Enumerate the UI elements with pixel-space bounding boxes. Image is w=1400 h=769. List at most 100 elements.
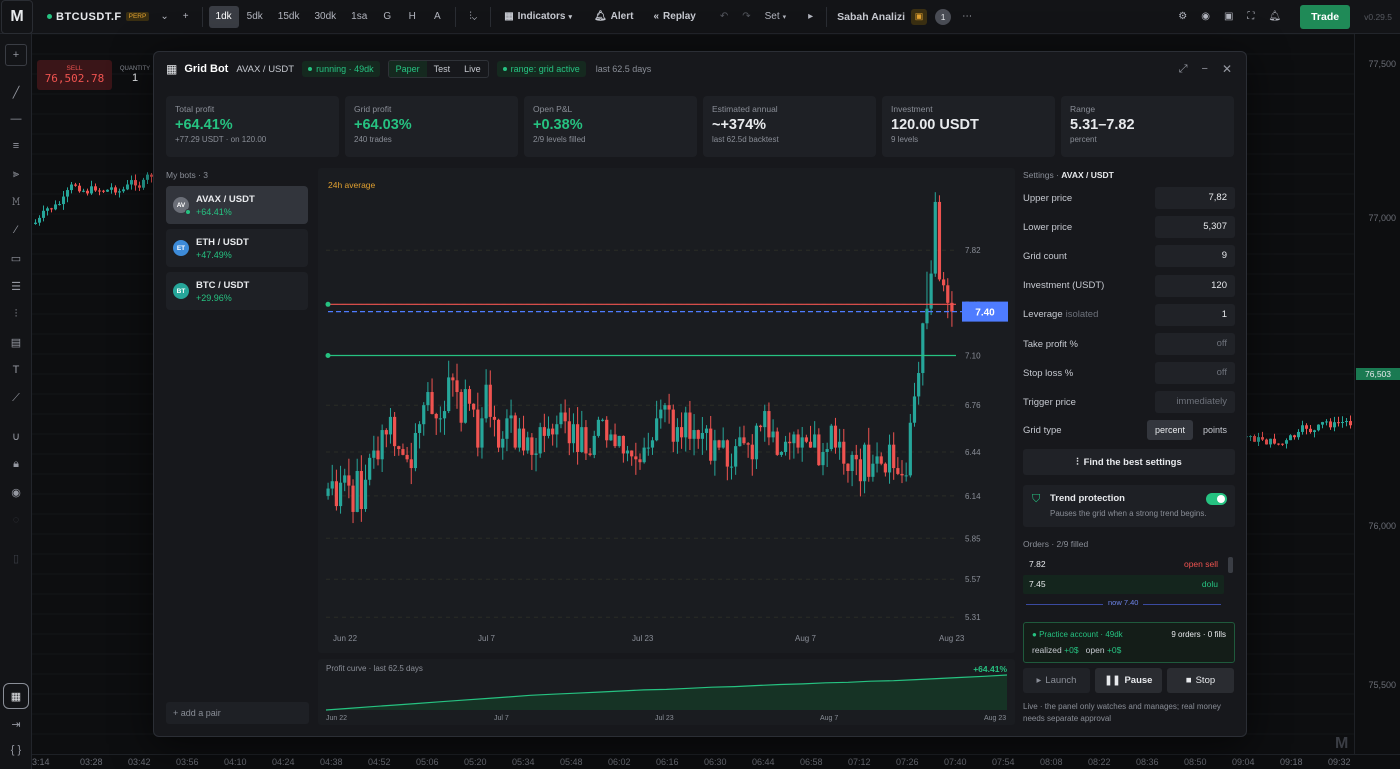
setting-input[interactable]: immediately [1155, 391, 1235, 414]
gann-icon[interactable]: ⫶ [6, 304, 26, 324]
notification-icon[interactable]: 🔔︎ [1261, 6, 1288, 28]
profit-x-label: Jun 22 [326, 715, 347, 722]
hide-icon[interactable]: ◌ [6, 510, 26, 530]
grid-type-percent[interactable]: percent [1146, 420, 1193, 440]
layout-name[interactable]: Sabah Analizi [837, 11, 905, 23]
setting-input[interactable]: 1 [1155, 303, 1235, 326]
layout-count-badge[interactable]: 1 [935, 8, 952, 25]
grid-handle[interactable] [325, 352, 331, 358]
visibility-icon[interactable]: ◉ [6, 482, 26, 502]
more-icon[interactable]: ⋯ [955, 6, 979, 28]
close-icon[interactable]: ✕ [1222, 62, 1232, 76]
candle [384, 430, 388, 435]
find-best-settings-button[interactable]: ⫶ Find the best settings [1023, 449, 1235, 475]
layout-save-icon[interactable]: ▣ [911, 8, 928, 25]
alert-button[interactable]: 🔔︎ Alert [587, 6, 641, 28]
open-label: open [1085, 645, 1105, 655]
candle [879, 456, 883, 464]
set-button[interactable]: Set ▾ [758, 6, 794, 28]
undo-icon[interactable]: ↶ [713, 6, 735, 28]
app-logo[interactable]: M [1, 0, 33, 34]
channel-icon[interactable]: ≡ [6, 136, 26, 156]
settings-header: Settings · AVAX / USDT [1023, 170, 1114, 180]
launch-button[interactable]: ▸ Launch [1023, 668, 1090, 693]
magnet-icon[interactable]: ∪ [6, 426, 26, 446]
text-icon[interactable]: T [6, 360, 26, 380]
setting-input[interactable]: 120 [1155, 274, 1235, 297]
trend-protection-toggle[interactable] [1206, 493, 1227, 505]
mode-test[interactable]: Test [427, 61, 458, 77]
add-symbol-icon[interactable]: + [176, 6, 196, 28]
interval-15dk[interactable]: 15dk [271, 6, 307, 28]
code-icon[interactable]: { } [6, 740, 26, 760]
setting-input[interactable]: 5,307 [1155, 216, 1235, 239]
mode-live[interactable]: Live [457, 61, 488, 77]
settings-gear-icon[interactable]: ⚙ [1171, 6, 1194, 28]
trash-icon[interactable]: ▯ [6, 548, 26, 568]
setting-input[interactable]: off [1155, 333, 1235, 355]
mode-paper[interactable]: Paper [388, 61, 427, 77]
orders-scrollbar[interactable] [1228, 557, 1233, 573]
play-icon[interactable]: ▸ [801, 6, 820, 28]
candle [896, 468, 900, 474]
setting-input[interactable]: off [1155, 362, 1235, 385]
stat-value: ~+374% [712, 117, 767, 133]
bot-item[interactable]: ET ETH / USDT +47.49% [166, 229, 308, 267]
setting-label-text: Grid count [1023, 250, 1067, 262]
bg-candle [110, 187, 113, 190]
quantity-field[interactable]: QUANTITY 1 [115, 60, 155, 90]
ruler-icon[interactable]: ⟋ [6, 388, 26, 408]
grid-type-points[interactable]: points [1195, 420, 1235, 440]
interval-1sa[interactable]: 1sa [344, 6, 374, 28]
order-status: dolu [1201, 579, 1218, 589]
stop-button[interactable]: ■ Stop [1167, 668, 1234, 693]
indicators-button[interactable]: ▦ Indicators ▾ [497, 6, 579, 28]
chart-type-icon[interactable]: ⫶⌄ [462, 6, 484, 28]
interval-1dk[interactable]: 1dk [208, 5, 239, 28]
minimize-icon[interactable]: − [1202, 63, 1208, 75]
fullscreen-icon[interactable]: ⛶ [1240, 6, 1261, 28]
candle [372, 450, 376, 458]
setting-input[interactable]: 9 [1155, 245, 1235, 268]
camera-icon[interactable]: ▣ [1217, 6, 1240, 28]
add-pair-button[interactable]: + add a pair [166, 702, 309, 724]
bot-item[interactable]: AV AVAX / USDT +64.41% [166, 186, 308, 224]
brush-icon[interactable]: ⁄ [6, 220, 26, 240]
rectangle-icon[interactable]: ▭ [6, 248, 26, 268]
replay-button[interactable]: «Replay [646, 6, 702, 28]
grid-handle[interactable] [325, 301, 331, 307]
candle [368, 457, 372, 480]
grid-bot-icon[interactable]: ▦ [3, 683, 29, 709]
bot-item[interactable]: BT BTC / USDT +29.96% [166, 272, 308, 310]
trendline-icon[interactable]: ╱ [6, 82, 26, 102]
time-axis-label: 07:54 [992, 757, 1015, 767]
time-axis-label: 06:58 [800, 757, 823, 767]
candle [871, 463, 875, 477]
interval-g[interactable]: G [375, 6, 399, 28]
setting-input[interactable]: 7,82 [1155, 187, 1235, 209]
bg-candle [1285, 440, 1288, 444]
position-icon[interactable]: ▤ [6, 332, 26, 352]
interval-h[interactable]: H [400, 6, 424, 28]
interval-5dk[interactable]: 5dk [240, 6, 270, 28]
pitchfork-icon[interactable]: ⫸ [6, 164, 26, 184]
pause-button[interactable]: ❚❚ Pause [1095, 668, 1162, 693]
symbol-selector[interactable]: BTCUSDT.F PERP [47, 11, 150, 23]
redo-icon[interactable]: ↷ [735, 6, 757, 28]
trade-button[interactable]: Trade [1300, 4, 1351, 29]
eye-icon[interactable]: ◉ [1194, 6, 1217, 28]
pattern-icon[interactable]: 𝙼 [6, 192, 26, 212]
fib-icon[interactable]: ☰ [6, 276, 26, 296]
interval-a[interactable]: A [425, 6, 449, 28]
crosshair-icon[interactable]: + [5, 44, 27, 66]
stat-value: +0.38% [533, 117, 583, 133]
sidebar-toggle-icon[interactable]: ⇥ [6, 714, 26, 734]
expand-icon[interactable]: ⤢ [1179, 63, 1188, 76]
interval-30dk[interactable]: 30dk [307, 6, 343, 28]
sell-button[interactable]: SELL 76,502.78 [37, 60, 112, 90]
lock-icon[interactable]: 🔒︎ [6, 454, 26, 474]
active-dot-icon [185, 209, 191, 215]
bg-candle [126, 184, 129, 190]
horizontal-line-icon[interactable]: — [6, 109, 26, 129]
chevron-down-icon[interactable]: ⌄ [153, 6, 175, 28]
